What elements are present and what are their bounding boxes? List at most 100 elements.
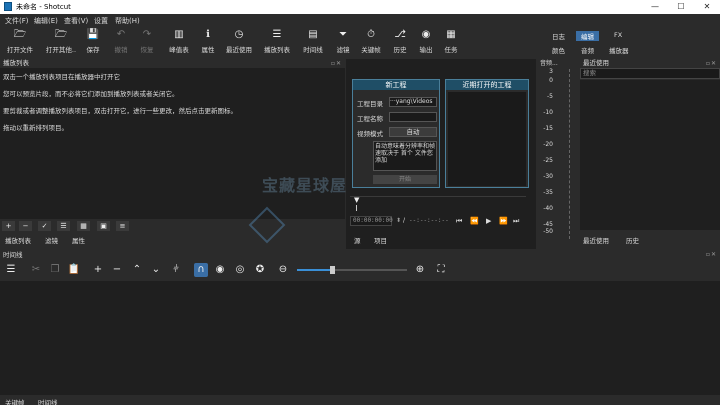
timecode-spin-icon[interactable]: ⬍ xyxy=(396,217,401,224)
update-icon[interactable]: ✓ xyxy=(38,221,51,231)
scrub-icon[interactable]: ◉ xyxy=(213,263,227,277)
undo-icon: ↶ xyxy=(116,29,126,40)
tiles-view-icon[interactable]: ▦ xyxy=(77,221,90,231)
playlist-button[interactable]: ☰ 播放列表 xyxy=(264,29,290,55)
minimize-button[interactable]: — xyxy=(642,0,668,14)
tab-project[interactable]: 项目 xyxy=(374,235,387,245)
ripple-all-icon[interactable]: ✪ xyxy=(253,263,267,277)
tab-properties[interactable]: 属性 xyxy=(72,235,85,245)
open-other-button[interactable]: 🗁 打开其他.. xyxy=(46,29,76,55)
scrub-bar[interactable]: ▼ xyxy=(350,196,526,211)
keyframe-icon: ⏱ xyxy=(367,29,375,40)
redo-button[interactable]: ↷ 恢复 xyxy=(134,29,160,55)
mode-logging[interactable]: 日志 xyxy=(552,31,565,41)
playhead-line xyxy=(356,205,357,211)
properties-button[interactable]: ℹ 属性 xyxy=(195,29,221,55)
menu-help[interactable]: 帮助(H) xyxy=(115,16,140,26)
recent-tabs: 最近使用 历史 xyxy=(580,235,720,245)
mode-audio[interactable]: 音频 xyxy=(581,45,594,55)
mode-player[interactable]: 播放器 xyxy=(609,45,629,55)
zoom-out-icon[interactable]: ⊖ xyxy=(276,263,290,277)
new-project-panel: 新工程 工程目录 ···yang\Videos 工程名称 视频模式 自动 自动意… xyxy=(352,79,440,188)
lift-icon[interactable]: ⌃ xyxy=(130,263,144,277)
details-view-icon[interactable]: ☰ xyxy=(57,221,70,231)
main-toolbar: 🗁 打开文件 🗁 打开其他.. 💾 保存 ↶ 撤销 ↷ 恢复 ▥ 峰值表 ℹ 属性 ◷ 最近使用… xyxy=(0,26,720,56)
rewind-icon[interactable]: ⏪ xyxy=(470,217,479,225)
title-bar: 未命名 - Shotcut — ☐ ✕ xyxy=(0,0,720,14)
menu-edit[interactable]: 编辑(E) xyxy=(34,16,58,26)
timeline-float-close-icon[interactable]: ▫✕ xyxy=(706,251,717,258)
jobs-button[interactable]: ▦ 任务 xyxy=(438,29,464,55)
timeline-button[interactable]: ▤ 时间线 xyxy=(300,29,326,55)
skip-previous-icon[interactable]: ⏮ xyxy=(456,217,462,226)
transport-bar: 00:00:00:00 ⬍ / --:--:--:-- ⏮ ⏪ ▶ ⏩ ⏭ xyxy=(346,215,536,229)
project-dir-field[interactable]: ···yang\Videos xyxy=(389,97,437,107)
project-name-field[interactable] xyxy=(389,112,437,122)
menu-file[interactable]: 文件(F) xyxy=(5,16,29,26)
playlist-menu-icon[interactable]: ≡ xyxy=(116,221,129,231)
timeline-tracks[interactable] xyxy=(0,281,720,395)
zoom-fit-icon[interactable]: ⛶ xyxy=(434,263,448,277)
tab-history[interactable]: 历史 xyxy=(626,235,639,245)
start-button[interactable]: 开始 xyxy=(373,175,437,184)
current-timecode[interactable]: 00:00:00:00 xyxy=(350,216,393,226)
copy-icon[interactable]: ❐ xyxy=(48,263,62,277)
remove-icon[interactable]: − xyxy=(19,221,32,231)
bottom-tabs: 关键帧 时间线 xyxy=(0,396,720,405)
mode-color[interactable]: 颜色 xyxy=(552,45,565,55)
paste-icon[interactable]: 📋 xyxy=(67,263,81,277)
tab-keyframes[interactable]: 关键帧 xyxy=(5,397,25,405)
zoom-slider[interactable] xyxy=(297,266,407,274)
menu-view[interactable]: 查看(V) xyxy=(64,16,88,26)
recent-search-input[interactable]: 搜索 xyxy=(580,68,720,79)
video-mode-label: 视频模式 xyxy=(357,130,383,138)
playlist-hint-4: 拖动以重新排列项目。 xyxy=(3,124,68,132)
recent-button[interactable]: ◷ 最近使用 xyxy=(226,29,252,55)
tab-filters[interactable]: 滤镜 xyxy=(45,235,58,245)
panel-float-close-icon[interactable]: ▫✕ xyxy=(331,59,342,68)
add-icon[interactable]: + xyxy=(2,221,15,231)
playlist-hint-2: 您可以预览片段，而不必将它们添加到播放列表或者关闭它。 xyxy=(3,90,179,98)
snap-icon[interactable]: ∩ xyxy=(194,263,208,277)
save-icon: 💾 xyxy=(86,29,100,40)
recent-projects-list[interactable] xyxy=(448,92,526,186)
zoom-in-icon[interactable]: ⊕ xyxy=(413,263,427,277)
fast-forward-icon[interactable]: ⏩ xyxy=(499,217,508,225)
playhead-icon[interactable]: ▼ xyxy=(354,196,359,204)
recent-projects-panel: 近期打开的工程 xyxy=(445,79,529,188)
audio-meter-bar xyxy=(569,69,575,239)
playlist-list[interactable]: 双击一个播放列表项目在播放器中打开它 您可以预览片段，而不必将它们添加到播放列表… xyxy=(0,68,345,219)
export-icon: ◉ xyxy=(421,29,431,40)
menu-settings[interactable]: 设置 xyxy=(94,16,108,26)
open-file-button[interactable]: 🗁 打开文件 xyxy=(7,29,33,55)
icons-view-icon[interactable]: ▣ xyxy=(97,221,110,231)
tab-source[interactable]: 源 xyxy=(354,235,361,245)
play-icon[interactable]: ▶ xyxy=(486,217,491,225)
overwrite-icon[interactable]: ⌄ xyxy=(149,263,163,277)
maximize-button[interactable]: ☐ xyxy=(668,0,694,14)
append-icon[interactable]: + xyxy=(91,263,105,277)
tab-timeline[interactable]: 时间线 xyxy=(38,397,58,405)
peak-meter-icon: ▥ xyxy=(174,29,184,40)
timeline-title: 时间线 xyxy=(3,251,23,259)
ripple-icon[interactable]: ◎ xyxy=(233,263,247,277)
split-icon[interactable]: ⫩ xyxy=(169,263,183,277)
properties-icon: ℹ xyxy=(206,29,210,40)
recent-float-close-icon[interactable]: ▫✕ xyxy=(706,59,717,68)
open-other-icon: 🗁 xyxy=(54,29,68,40)
audio-meter-panel: 音频... 3 0 -5 -10 -15 -20 -25 -30 -35 -40… xyxy=(537,59,579,249)
mode-fx[interactable]: FX xyxy=(614,31,622,39)
tab-recent[interactable]: 最近使用 xyxy=(583,235,609,245)
cut-icon[interactable]: ✂ xyxy=(29,263,43,277)
recent-list[interactable] xyxy=(580,80,720,230)
tab-playlist[interactable]: 播放列表 xyxy=(5,235,31,245)
zoom-slider-knob[interactable] xyxy=(330,266,335,274)
timeline-menu-icon[interactable]: ☰ xyxy=(4,263,18,277)
skip-next-icon[interactable]: ⏭ xyxy=(513,217,519,226)
mode-editing[interactable]: 编辑 xyxy=(576,31,599,41)
playlist-hint-3: 要剪裁或者调整播放列表项目，双击打开它，进行一些更改，然后点击更新图标。 xyxy=(3,107,237,115)
remove-clip-icon[interactable]: − xyxy=(110,263,124,277)
recent-icon: ◷ xyxy=(234,29,244,40)
video-mode-select[interactable]: 自动 xyxy=(389,127,437,137)
close-button[interactable]: ✕ xyxy=(694,0,720,14)
